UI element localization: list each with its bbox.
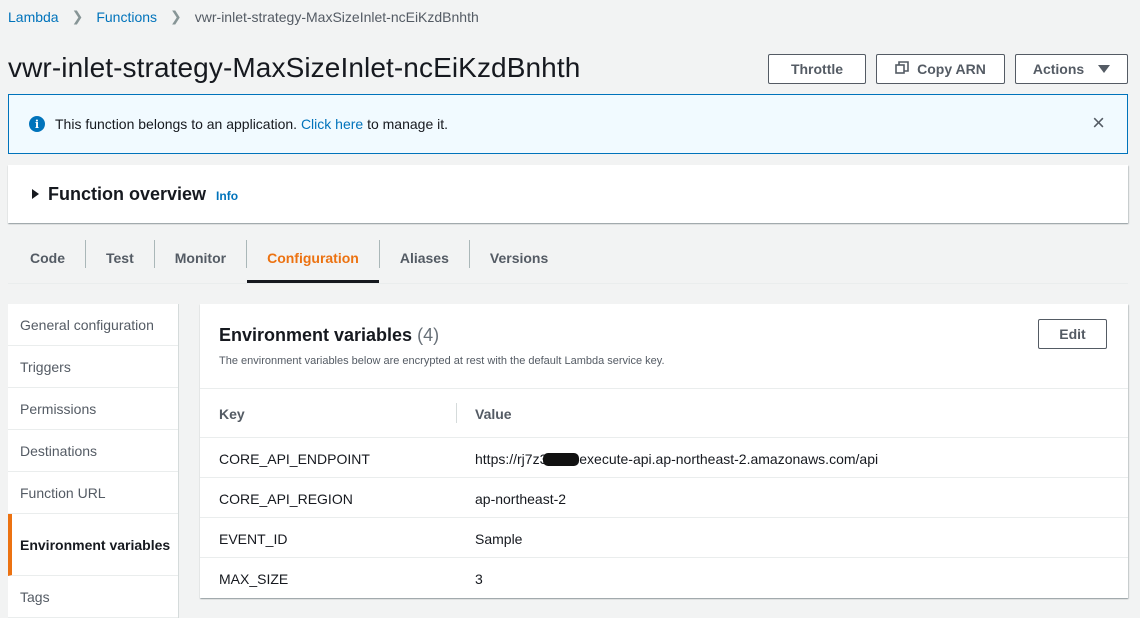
actions-dropdown-button[interactable]: Actions (1015, 54, 1128, 84)
copy-arn-label: Copy ARN (917, 61, 986, 77)
panel-description: The environment variables below are encr… (219, 355, 665, 367)
breadcrumb-functions[interactable]: Functions (96, 9, 157, 25)
info-icon: i (29, 116, 45, 132)
copy-arn-button[interactable]: Copy ARN (876, 54, 1005, 84)
env-value: https://rj7z3 .execute-api.ap-northeast-2… (475, 451, 878, 467)
table-row: CORE_API_ENDPOINT https://rj7z3 .execute-… (200, 438, 1128, 478)
env-key: MAX_SIZE (219, 571, 289, 587)
breadcrumb-lambda[interactable]: Lambda (8, 9, 59, 25)
info-banner: i This function belongs to an applicatio… (8, 94, 1128, 154)
info-link[interactable]: Info (216, 189, 238, 203)
configuration-sidenav: General configuration Triggers Permissio… (8, 304, 179, 618)
sidenav-item-tags[interactable]: Tags (8, 576, 178, 618)
sidenav-item-environment-variables[interactable]: Environment variables (8, 514, 178, 576)
column-header-value: Value (475, 406, 512, 422)
sidenav-item-triggers[interactable]: Triggers (8, 346, 178, 388)
click-here-link[interactable]: Click here (301, 116, 363, 132)
edit-button[interactable]: Edit (1038, 319, 1107, 349)
sidenav-item-permissions[interactable]: Permissions (8, 388, 178, 430)
banner-text-after: to manage it. (367, 116, 449, 132)
tab-underline-divider (8, 283, 1128, 284)
tab-bar: Code Test Monitor Configuration Aliases … (8, 233, 1128, 283)
variable-count: (4) (417, 325, 440, 345)
banner-text-before: This function belongs to an application. (55, 116, 298, 132)
table-row: EVENT_ID Sample (200, 518, 1128, 558)
caret-down-icon (1098, 65, 1111, 73)
throttle-button[interactable]: Throttle (768, 54, 866, 84)
sidenav-item-destinations[interactable]: Destinations (8, 430, 178, 472)
panel-title-text: Environment variables (219, 325, 413, 345)
env-key: EVENT_ID (219, 531, 288, 547)
throttle-label: Throttle (790, 61, 844, 77)
tab-configuration[interactable]: Configuration (247, 233, 379, 283)
column-resize-handle[interactable] (456, 403, 457, 423)
page-title: vwr-inlet-strategy-MaxSizeInlet-ncEiKzdB… (8, 52, 581, 83)
env-value-suffix: .execute-api.ap-northeast-2.amazonaws.co… (575, 451, 879, 467)
env-value: Sample (475, 531, 523, 547)
breadcrumb: Lambda ❯ Functions ❯ vwr-inlet-strategy-… (8, 8, 479, 25)
breadcrumb-current: vwr-inlet-strategy-MaxSizeInlet-ncEiKzdB… (194, 8, 479, 25)
function-overview-title: Function overview (48, 183, 207, 204)
table-row: CORE_API_REGION ap-northeast-2 (200, 478, 1128, 518)
tab-test[interactable]: Test (86, 233, 154, 283)
tab-monitor[interactable]: Monitor (155, 233, 246, 283)
env-key: CORE_API_ENDPOINT (219, 451, 370, 467)
close-icon[interactable]: × (1092, 112, 1105, 134)
banner-message: This function belongs to an application.… (55, 116, 448, 132)
env-value: ap-northeast-2 (475, 491, 567, 507)
table-row: MAX_SIZE 3 (200, 558, 1128, 598)
sidenav-item-general-configuration[interactable]: General configuration (8, 304, 178, 346)
actions-label: Actions (1032, 61, 1085, 77)
chevron-right-icon: ❯ (71, 8, 84, 24)
sidenav-item-function-url[interactable]: Function URL (8, 472, 178, 514)
redaction-mark (543, 453, 580, 466)
copy-icon (895, 60, 909, 78)
environment-variables-panel: Environment variables (4) The environmen… (200, 304, 1128, 598)
table-header: Key Value (200, 388, 1128, 438)
panel-title: Environment variables (4) (219, 325, 439, 346)
tab-code[interactable]: Code (8, 233, 85, 283)
chevron-right-icon: ❯ (170, 8, 182, 24)
column-header-key: Key (219, 406, 245, 422)
caret-right-icon[interactable] (32, 189, 39, 199)
env-key: CORE_API_REGION (219, 491, 353, 507)
tab-versions[interactable]: Versions (470, 233, 568, 283)
tab-aliases[interactable]: Aliases (380, 233, 469, 283)
env-value: 3 (475, 571, 483, 587)
env-value-prefix: https://rj7z3 (475, 451, 548, 467)
function-overview-section[interactable]: Function overview Info (8, 165, 1128, 223)
